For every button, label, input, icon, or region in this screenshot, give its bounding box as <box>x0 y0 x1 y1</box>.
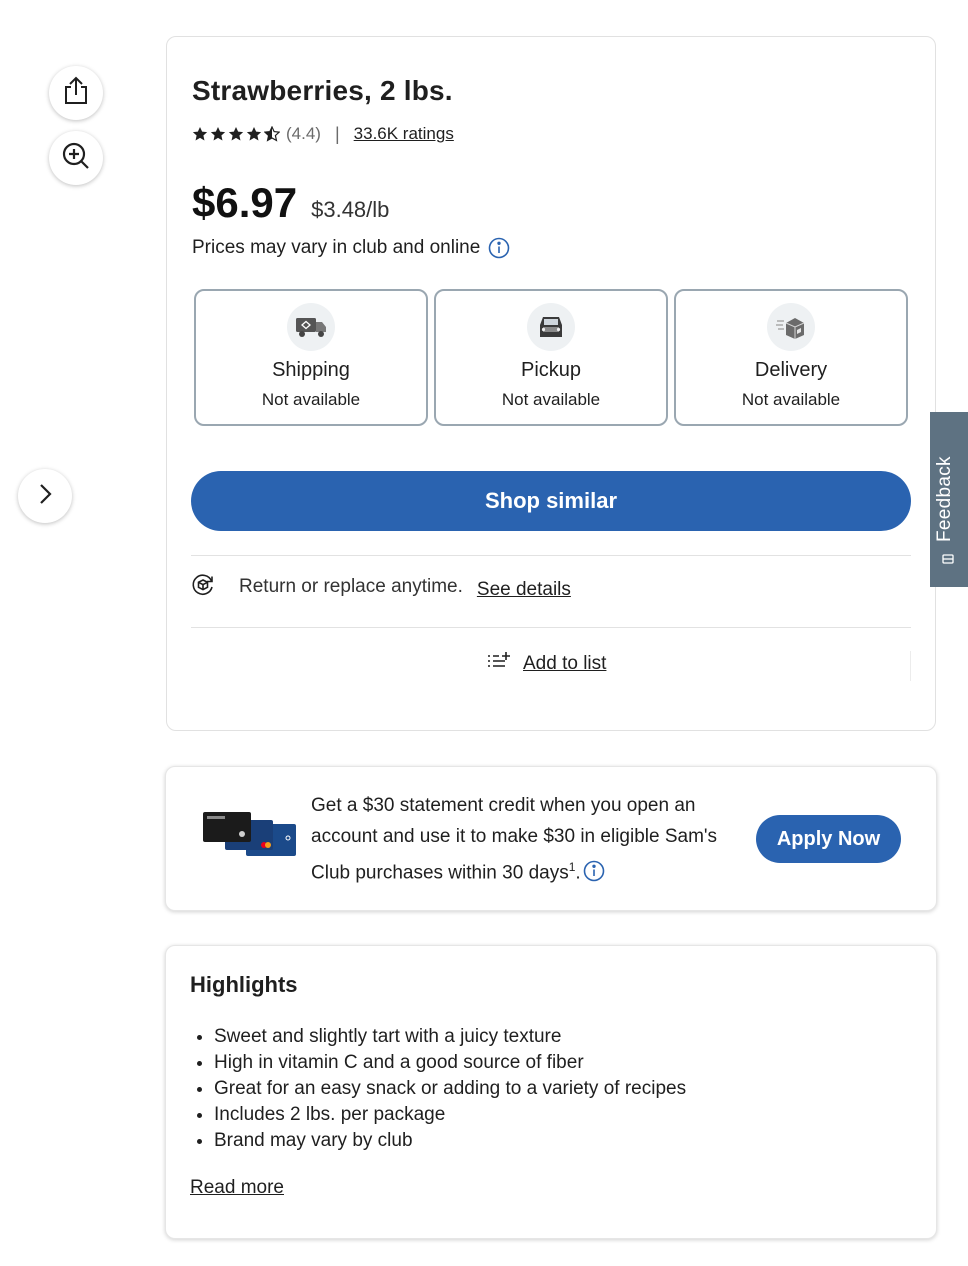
feedback-icon <box>942 552 954 570</box>
fulfillment-status: Not available <box>501 390 601 409</box>
fulfillment-shipping[interactable]: Shipping Not available <box>194 289 428 426</box>
shipping-truck-icon <box>287 303 335 351</box>
star-rating <box>192 126 280 142</box>
fulfillment-status: Not available <box>261 390 361 409</box>
price-note: Prices may vary in club and online <box>192 237 510 259</box>
add-list-icon <box>487 651 511 676</box>
star-full-icon <box>246 127 262 141</box>
fulfillment-label: Delivery <box>754 359 828 381</box>
star-half-icon <box>264 126 280 142</box>
share-icon <box>60 75 92 112</box>
read-more-link[interactable]: Read more <box>190 1177 284 1199</box>
product-info-card: Strawberries, 2 lbs. (4.4) | 33.6K ratin… <box>166 36 936 731</box>
price-row: $6.97 $3.48/lb <box>192 179 389 227</box>
product-title: Strawberries, 2 lbs. <box>192 75 453 106</box>
return-policy-text: Return or replace anytime. <box>239 576 463 597</box>
rating-separator: | <box>334 123 340 144</box>
list-item: Brand may vary by club <box>214 1128 686 1154</box>
ratings-count-link[interactable]: 33.6K ratings <box>354 124 454 144</box>
star-full-icon <box>228 127 244 141</box>
shop-similar-button[interactable]: Shop similar <box>191 471 911 531</box>
chevron-right-icon <box>35 482 55 511</box>
promo-text: Get a $30 statement credit when you open… <box>311 790 751 888</box>
feedback-label: Feedback <box>934 456 955 542</box>
price-note-text: Prices may vary in club and online <box>192 237 481 258</box>
star-full-icon <box>192 127 208 141</box>
rating-value: (4.4) <box>286 124 321 143</box>
zoom-button[interactable] <box>49 131 103 185</box>
highlights-list: Sweet and slightly tart with a juicy tex… <box>214 1024 686 1154</box>
divider <box>191 555 911 556</box>
next-image-button[interactable] <box>18 469 72 523</box>
fulfillment-label: Shipping <box>272 359 350 381</box>
divider <box>191 627 911 628</box>
highlights-card: Highlights Sweet and slightly tart with … <box>165 945 937 1239</box>
fulfillment-status: Not available <box>741 390 841 409</box>
share-button[interactable] <box>49 66 103 120</box>
list-item: Sweet and slightly tart with a juicy tex… <box>214 1024 686 1050</box>
fulfillment-delivery[interactable]: Delivery Not available <box>674 289 908 426</box>
divider <box>910 651 911 681</box>
see-details-link[interactable]: See details <box>477 579 571 601</box>
feedback-tab[interactable]: Feedback <box>930 412 968 587</box>
promo-period: . <box>575 862 581 884</box>
delivery-box-icon <box>767 303 815 351</box>
unit-price: $3.48/lb <box>311 197 390 222</box>
return-cube-icon <box>191 573 215 602</box>
fulfillment-label: Pickup <box>520 359 582 381</box>
promo-info-icon[interactable] <box>583 860 605 882</box>
apply-now-button[interactable]: Apply Now <box>756 815 901 863</box>
list-item: Includes 2 lbs. per package <box>214 1102 686 1128</box>
pickup-car-icon <box>527 303 575 351</box>
info-icon[interactable] <box>488 237 510 259</box>
add-to-list-button[interactable]: Add to list <box>487 651 606 676</box>
star-full-icon <box>210 127 226 141</box>
promo-description: Get a $30 statement credit when you open… <box>311 795 718 884</box>
highlights-title: Highlights <box>190 972 298 997</box>
fulfillment-pickup[interactable]: Pickup Not available <box>434 289 668 426</box>
credit-card-image <box>202 812 298 860</box>
credit-card-promo: Get a $30 statement credit when you open… <box>165 766 937 911</box>
zoom-in-icon <box>60 140 92 177</box>
add-to-list-label: Add to list <box>523 652 607 674</box>
rating-row: (4.4) | 33.6K ratings <box>192 123 454 145</box>
price: $6.97 <box>192 179 298 226</box>
return-policy-row: Return or replace anytime. See details <box>191 573 571 602</box>
list-item: High in vitamin C and a good source of f… <box>214 1050 686 1076</box>
list-item: Great for an easy snack or adding to a v… <box>214 1076 686 1102</box>
